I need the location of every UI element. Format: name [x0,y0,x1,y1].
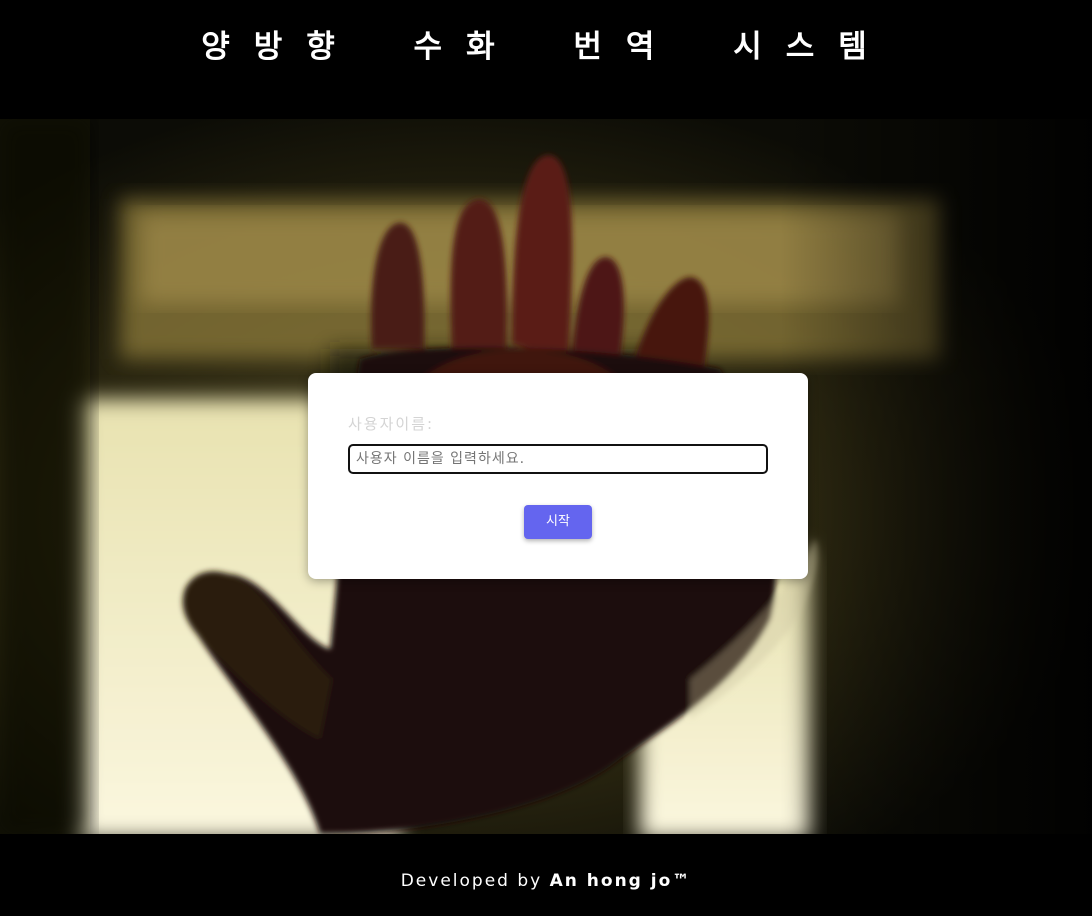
username-input[interactable] [348,444,768,474]
footer-credit: Developed by An hong jo™ [0,870,1092,892]
header: 양방향 수화 번역 시스템 [0,0,1092,119]
developed-by-text: Developed by [400,871,543,891]
author-name: An hong jo™ [549,871,692,891]
page-title: 양방향 수화 번역 시스템 [201,29,891,65]
username-label: 사용자이름: [348,415,435,433]
footer: Developed by An hong jo™ [0,834,1092,916]
start-button[interactable]: 시작 [524,505,592,539]
login-card: 사용자이름: 시작 [308,373,808,579]
